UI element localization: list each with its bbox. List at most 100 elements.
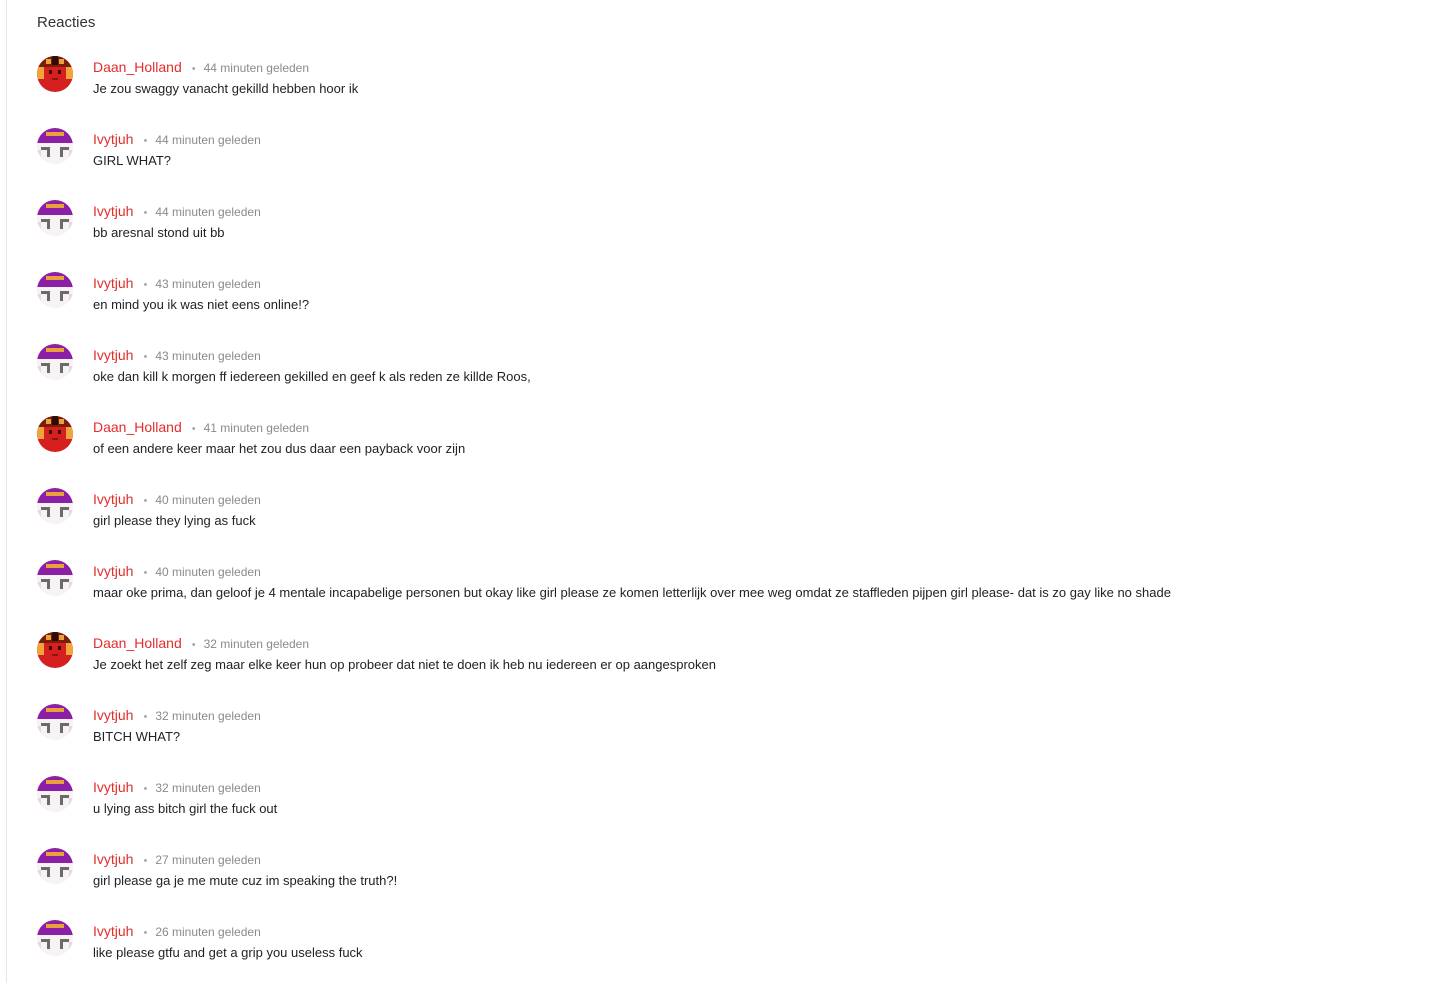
username-link[interactable]: Ivytjuh [93, 275, 133, 291]
separator-dot: • [143, 783, 148, 795]
username-link[interactable]: Ivytjuh [93, 563, 133, 579]
timestamp: 41 minuten geleden [203, 421, 310, 435]
comment-text: maar oke prima, dan geloof je 4 mentale … [93, 585, 1171, 600]
separator-dot: • [143, 207, 148, 219]
comment-meta: Ivytjuh • 44 minuten geleden [93, 203, 261, 221]
timestamp: 43 minuten geleden [155, 277, 261, 291]
separator-dot: • [143, 279, 148, 291]
comment-text: girl please ga je me mute cuz im speakin… [93, 873, 398, 888]
comment-item: Ivytjuh • 43 minuten geleden en mind you i… [37, 272, 1417, 344]
comment-item: Daan_Holland • 44 minuten geleden Je zou s… [37, 56, 1417, 128]
comment-item: Ivytjuh • 27 minuten geleden girl please g… [37, 848, 1417, 920]
username-link[interactable]: Ivytjuh [93, 923, 133, 939]
timestamp: 44 minuten geleden [155, 205, 261, 219]
ivy-avatar-icon [37, 272, 73, 308]
comment-meta: Ivytjuh • 43 minuten geleden [93, 347, 261, 365]
ivy-avatar-icon [37, 776, 73, 812]
comment-item: Ivytjuh • 44 minuten geleden bb aresnal st… [37, 200, 1417, 272]
separator-dot: • [143, 855, 148, 867]
avatar[interactable] [37, 632, 73, 668]
separator-dot: • [143, 495, 148, 507]
ivy-avatar-icon [37, 488, 73, 524]
comment-text: GIRL WHAT? [93, 153, 172, 168]
avatar[interactable] [37, 848, 73, 884]
daan-avatar-icon [37, 56, 73, 92]
timestamp: 44 minuten geleden [155, 133, 261, 147]
ivy-avatar-icon [37, 200, 73, 236]
username-link[interactable]: Ivytjuh [93, 707, 133, 723]
username-link[interactable]: Ivytjuh [93, 779, 133, 795]
separator-dot: • [143, 567, 148, 579]
timestamp: 32 minuten geleden [203, 637, 310, 651]
comment-item: Ivytjuh • 40 minuten geleden girl please t… [37, 488, 1417, 560]
comment-meta: Ivytjuh • 43 minuten geleden [93, 275, 261, 293]
timestamp: 40 minuten geleden [155, 493, 261, 507]
comment-text: girl please they lying as fuck [93, 513, 256, 528]
comment-item: Ivytjuh • 26 minuten geleden like please g… [37, 920, 1417, 983]
daan-avatar-icon [37, 416, 73, 452]
comment-item: Ivytjuh • 44 minuten geleden GIRL WHAT? [37, 128, 1417, 200]
avatar[interactable] [37, 416, 73, 452]
ivy-avatar-icon [37, 128, 73, 164]
comment-meta: Ivytjuh • 26 minuten geleden [93, 923, 261, 941]
avatar[interactable] [37, 488, 73, 524]
username-link[interactable]: Ivytjuh [93, 347, 133, 363]
comment-list: Daan_Holland • 44 minuten geleden Je zou s… [37, 56, 1417, 983]
ivy-avatar-icon [37, 920, 73, 956]
comment-meta: Daan_Holland • 32 minuten geleden [93, 635, 309, 653]
timestamp: 43 minuten geleden [155, 349, 261, 363]
separator-dot: • [191, 63, 196, 75]
timestamp: 40 minuten geleden [155, 565, 261, 579]
comment-meta: Ivytjuh • 32 minuten geleden [93, 707, 261, 725]
separator-dot: • [143, 711, 148, 723]
section-title: Reacties [37, 14, 96, 31]
comment-text: of een andere keer maar het zou dus daar… [93, 441, 466, 456]
comment-text: bb aresnal stond uit bb [93, 225, 225, 240]
username-link[interactable]: Ivytjuh [93, 131, 133, 147]
daan-avatar-icon [37, 632, 73, 668]
comment-item: Ivytjuh • 32 minuten geleden u lying ass b… [37, 776, 1417, 848]
separator-dot: • [143, 927, 148, 939]
timestamp: 44 minuten geleden [203, 61, 310, 75]
avatar[interactable] [37, 200, 73, 236]
comment-meta: Ivytjuh • 40 minuten geleden [93, 563, 261, 581]
username-link[interactable]: Ivytjuh [93, 851, 133, 867]
username-link[interactable]: Ivytjuh [93, 203, 133, 219]
timestamp: 32 minuten geleden [155, 781, 261, 795]
ivy-avatar-icon [37, 848, 73, 884]
comment-text: like please gtfu and get a grip you usel… [93, 945, 363, 960]
comment-meta: Ivytjuh • 40 minuten geleden [93, 491, 261, 509]
avatar[interactable] [37, 704, 73, 740]
avatar[interactable] [37, 920, 73, 956]
avatar[interactable] [37, 560, 73, 596]
timestamp: 26 minuten geleden [155, 925, 261, 939]
comment-item: Ivytjuh • 40 minuten geleden maar oke prim… [37, 560, 1417, 632]
avatar[interactable] [37, 272, 73, 308]
timestamp: 27 minuten geleden [155, 853, 261, 867]
comment-meta: Daan_Holland • 41 minuten geleden [93, 419, 309, 437]
comment-item: Daan_Holland • 41 minuten geleden of een a… [37, 416, 1417, 488]
comment-text: Je zou swaggy vanacht gekilld hebben hoo… [93, 81, 359, 96]
comment-text: u lying ass bitch girl the fuck out [93, 801, 278, 816]
avatar[interactable] [37, 776, 73, 812]
comment-item: Ivytjuh • 32 minuten geleden BITCH WHAT? [37, 704, 1417, 776]
comments-panel: Reacties Daan_Holland • 44 minuten geleden… [6, 0, 1436, 983]
avatar[interactable] [37, 128, 73, 164]
comment-text: en mind you ik was niet eens online!? [93, 297, 310, 312]
username-link[interactable]: Daan_Holland [93, 419, 182, 435]
username-link[interactable]: Daan_Holland [93, 635, 182, 651]
avatar[interactable] [37, 56, 73, 92]
comment-text: BITCH WHAT? [93, 729, 181, 744]
comment-item: Ivytjuh • 43 minuten geleden oke dan kill … [37, 344, 1417, 416]
username-link[interactable]: Daan_Holland [93, 59, 182, 75]
separator-dot: • [143, 351, 148, 363]
separator-dot: • [191, 423, 196, 435]
username-link[interactable]: Ivytjuh [93, 491, 133, 507]
comment-meta: Ivytjuh • 27 minuten geleden [93, 851, 261, 869]
comment-item: Daan_Holland • 32 minuten geleden Je zoekt… [37, 632, 1417, 704]
comment-text: oke dan kill k morgen ff iedereen gekill… [93, 369, 531, 384]
timestamp: 32 minuten geleden [155, 709, 261, 723]
avatar[interactable] [37, 344, 73, 380]
comment-text: Je zoekt het zelf zeg maar elke keer hun… [93, 657, 716, 672]
ivy-avatar-icon [37, 704, 73, 740]
